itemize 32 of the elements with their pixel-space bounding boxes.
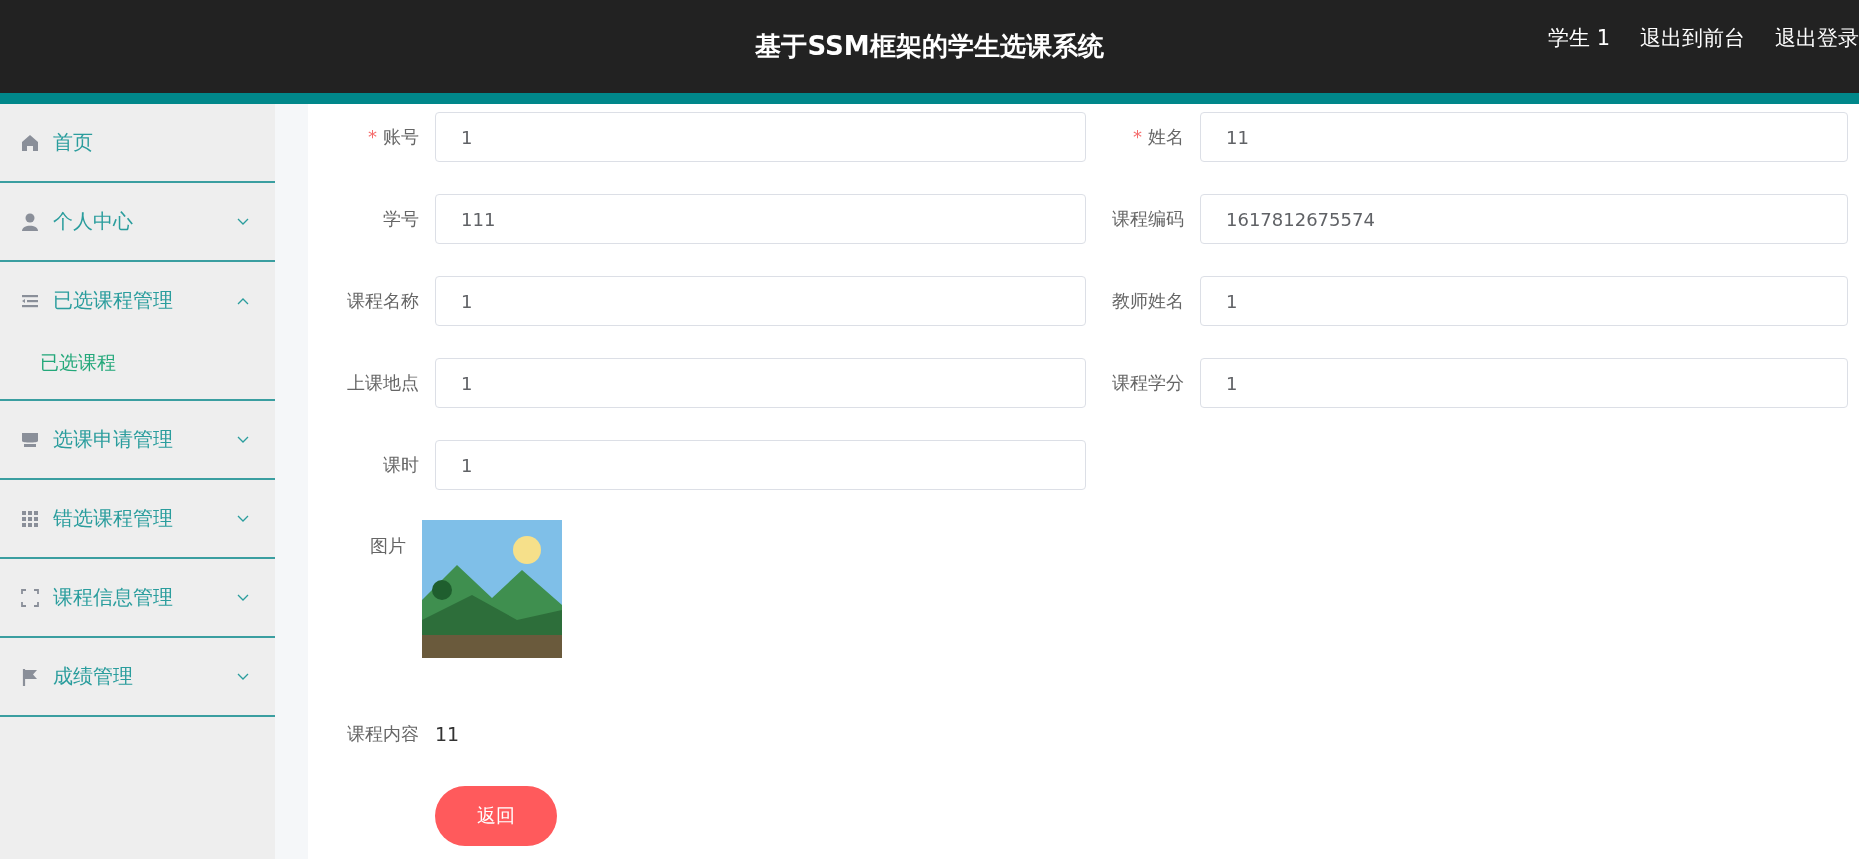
field-label: 课程学分	[1112, 372, 1184, 393]
field-label: 课程名称	[347, 290, 419, 311]
input-field[interactable]: 1	[1200, 358, 1848, 408]
frame-icon	[20, 587, 40, 608]
field-label: 教师姓名	[1112, 290, 1184, 311]
input-field[interactable]: 1	[1200, 276, 1848, 326]
nav-link[interactable]: 退出登录	[1775, 24, 1859, 52]
field-label: 课程内容	[347, 723, 419, 744]
nav-link[interactable]: 学生 1	[1547, 24, 1610, 52]
field-label: 图片	[370, 535, 406, 556]
input-field[interactable]: 111	[435, 194, 1086, 244]
app-title: 基于SSM框架的学生选课系统	[755, 30, 1104, 63]
field-value: 11	[435, 723, 460, 745]
field-label: 上课地点	[347, 372, 419, 393]
field-label: 账号	[383, 126, 419, 147]
required-mark: *	[368, 126, 377, 147]
field-label: 课时	[383, 454, 419, 475]
input-field[interactable]: 1	[435, 358, 1086, 408]
grid-icon	[20, 508, 40, 529]
field-label: 课程编码	[1112, 208, 1184, 229]
input-field[interactable]: 11	[1200, 112, 1848, 162]
input-field[interactable]: 1	[435, 276, 1086, 326]
input-field[interactable]: 1	[435, 112, 1086, 162]
input-field[interactable]: 1617812675574	[1200, 194, 1848, 244]
home-icon	[20, 132, 40, 153]
input-field[interactable]: 1	[435, 440, 1086, 490]
nav-link[interactable]: 退出到前台	[1640, 24, 1745, 52]
field-label: 学号	[383, 208, 419, 229]
user-icon	[20, 211, 40, 232]
flag-icon	[20, 666, 40, 687]
field-label: 姓名	[1148, 126, 1184, 147]
required-mark: *	[1133, 126, 1142, 147]
